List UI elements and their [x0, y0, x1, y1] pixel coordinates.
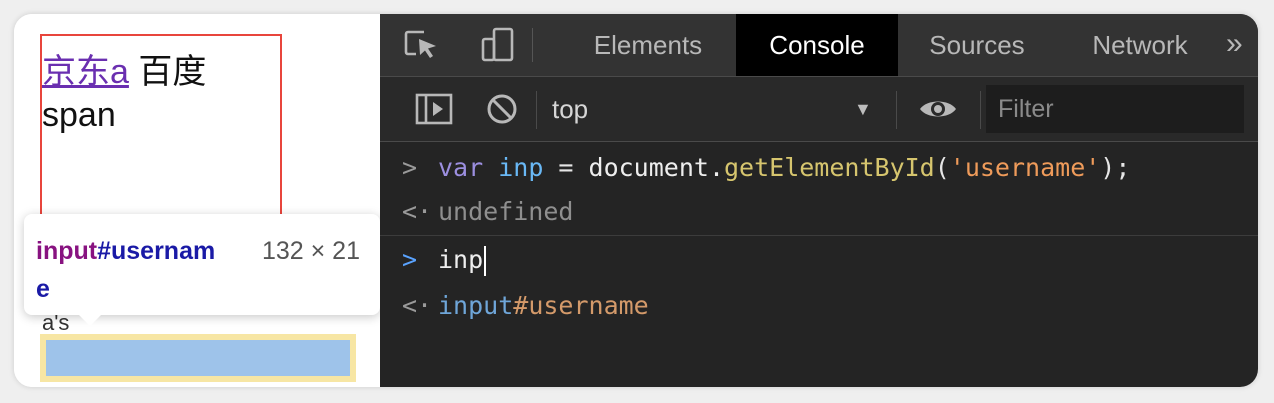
tab-sources[interactable]: Sources: [904, 14, 1050, 76]
page-preview: 京东a 百度 span a's input#username 132 × 21: [14, 14, 380, 387]
more-tabs-icon[interactable]: »: [1226, 14, 1243, 76]
input-prompt-icon: >: [402, 245, 418, 274]
console-divider: [380, 235, 1258, 236]
toolbar-separator: [536, 91, 537, 129]
sidebar-toggle-icon[interactable]: [414, 91, 454, 127]
tooltip-arrow: [78, 314, 102, 326]
toolbar-separator: [980, 91, 981, 129]
jd-link[interactable]: 京东a: [42, 53, 129, 91]
inspect-tooltip: input#username 132 × 21: [24, 214, 380, 326]
devtools-panel: Elements Console Sources Network » top ▼…: [380, 14, 1258, 387]
filter-input[interactable]: [986, 85, 1244, 133]
tabbar-separator: [532, 28, 533, 62]
context-selector[interactable]: top: [552, 91, 588, 127]
page-line-1: 京东a 百度: [42, 44, 206, 93]
output-arrow-icon: <·: [402, 197, 433, 226]
console-input-line: > var inp = document.getElementById('use…: [380, 146, 1258, 190]
devtools-tabbar: Elements Console Sources Network »: [380, 14, 1258, 77]
screenshot-frame: 京东a 百度 span a's input#username 132 × 21: [14, 14, 1258, 387]
baidu-text: 百度: [138, 53, 207, 91]
console-toolbar: top ▼: [380, 77, 1258, 142]
tab-network[interactable]: Network: [1060, 14, 1220, 76]
console-result-element[interactable]: input#username: [438, 284, 649, 328]
text-cursor: [484, 246, 487, 276]
console-output: > var inp = document.getElementById('use…: [380, 142, 1258, 387]
toolbar-separator: [896, 91, 897, 129]
tooltip-size: 132 × 21: [261, 237, 360, 265]
clear-console-icon[interactable]: [482, 91, 522, 127]
console-input-line-active[interactable]: > inp: [380, 238, 1258, 282]
console-prompt-text[interactable]: inp: [438, 238, 487, 282]
username-input-content-box: [46, 340, 350, 376]
tab-elements[interactable]: Elements: [566, 14, 730, 76]
device-toolbar-icon[interactable]: [478, 26, 518, 64]
tab-console[interactable]: Console: [736, 14, 898, 76]
tooltip-selector: input#username: [36, 237, 216, 303]
span-text: span: [42, 96, 116, 134]
username-input-highlight[interactable]: [40, 334, 356, 382]
console-command: var inp = document.getElementById('usern…: [438, 153, 1131, 182]
output-arrow-icon: <·: [402, 291, 433, 320]
input-prompt-icon: >: [402, 153, 418, 182]
eye-icon[interactable]: [918, 91, 958, 127]
console-output-line: <· input#username: [380, 284, 1258, 328]
console-output-line: <· undefined: [380, 190, 1258, 234]
chevron-down-icon[interactable]: ▼: [854, 91, 872, 127]
inspect-element-icon[interactable]: [402, 26, 442, 64]
console-result: undefined: [438, 197, 574, 226]
